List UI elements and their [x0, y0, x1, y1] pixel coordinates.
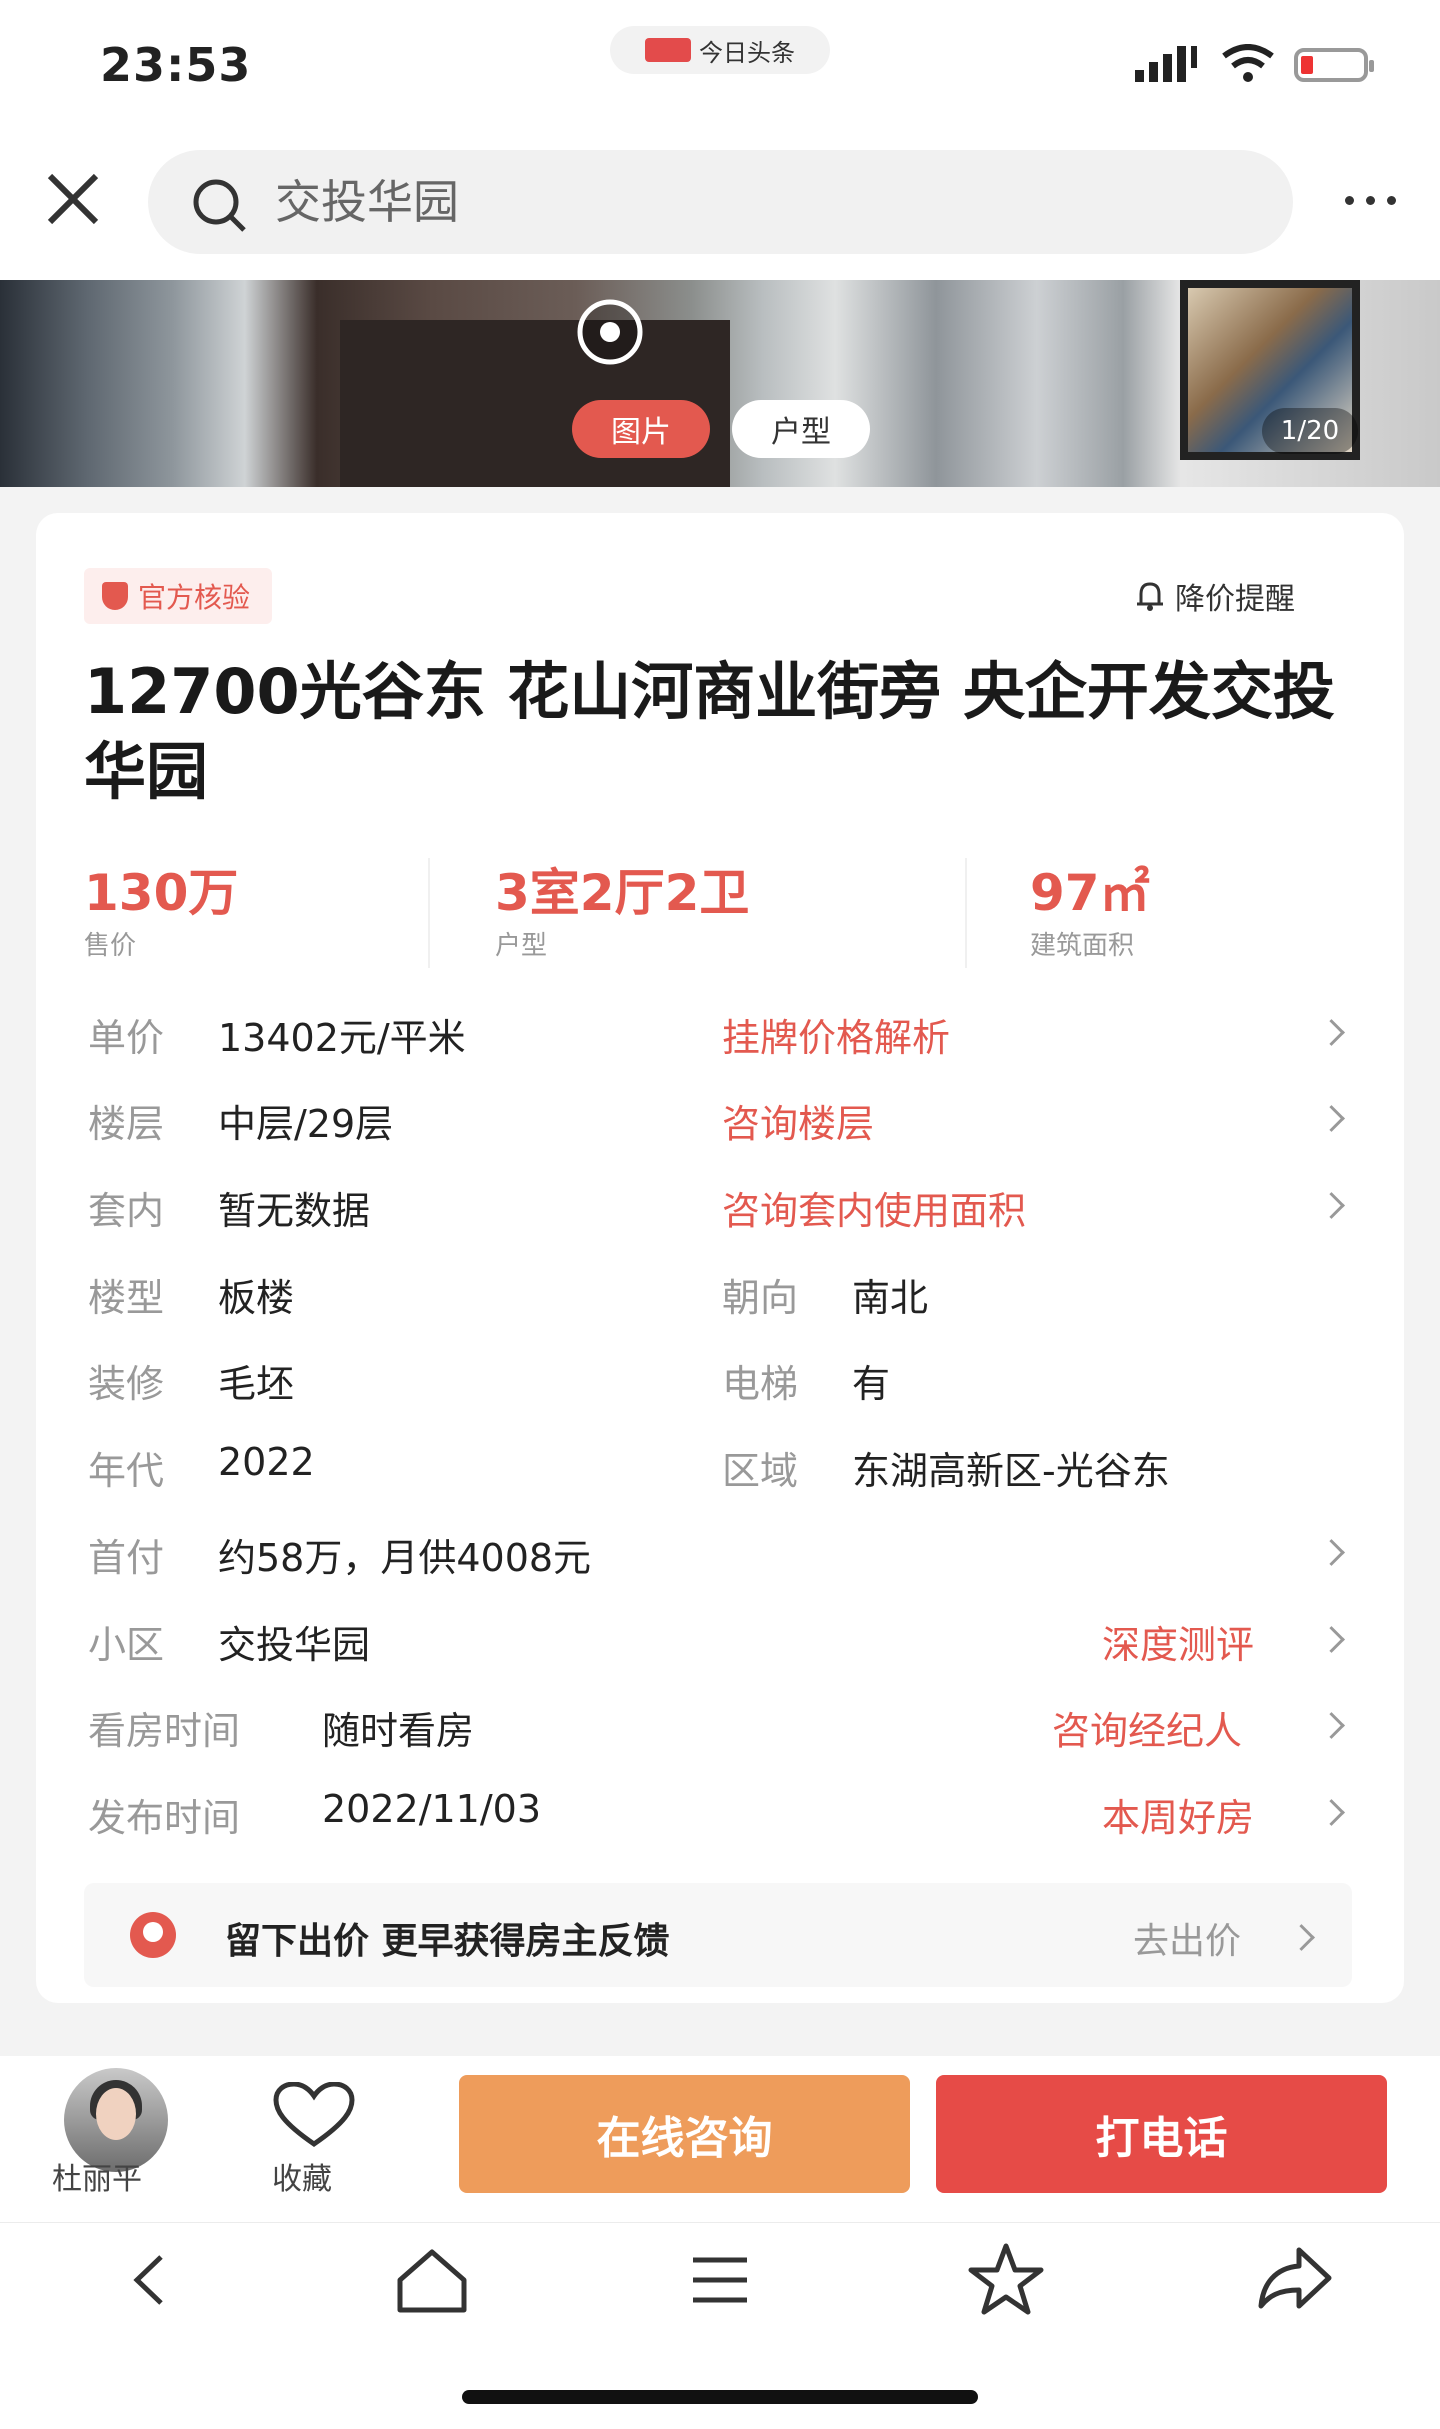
app-logo-icon — [645, 38, 691, 62]
search-query: 交投华园 — [275, 175, 459, 229]
shield-icon — [102, 582, 128, 610]
battery-icon — [1294, 48, 1374, 82]
close-icon[interactable] — [38, 164, 108, 234]
deep-review-link[interactable]: 深度测评 — [1102, 1614, 1254, 1669]
viewing-time-label: 看房时间 — [88, 1709, 241, 1753]
share-icon[interactable] — [1255, 2240, 1335, 2320]
inner-area-value: 暂无数据 — [218, 1189, 371, 1233]
decoration-value: 毛坯 — [218, 1362, 295, 1406]
orientation-label: 朝向 — [722, 1276, 799, 1320]
elevator-value: 有 — [852, 1362, 891, 1406]
source-app-label: 今日头条 — [699, 38, 795, 67]
bell-icon — [1137, 582, 1163, 611]
search-icon — [193, 179, 246, 232]
year-label: 年代 — [88, 1449, 165, 1493]
tab-photos[interactable]: 图片 — [572, 400, 710, 458]
stat-price-value: 130万 — [84, 864, 239, 922]
floor-value: 中层/29层 — [218, 1102, 394, 1146]
stat-price-label: 售价 — [84, 931, 137, 961]
unit-price-label: 单价 — [88, 1016, 165, 1060]
weekly-picks-link[interactable]: 本周好房 — [1102, 1787, 1254, 1842]
favorite-label[interactable]: 收藏 — [272, 2154, 332, 2198]
district-label: 区域 — [722, 1449, 799, 1493]
stat-layout: 3室2厅2卫 户型 — [495, 853, 749, 962]
status-time: 23:53 — [100, 38, 252, 92]
building-type-label: 楼型 — [88, 1276, 165, 1320]
ask-agent-link[interactable]: 咨询经纪人 — [1052, 1700, 1242, 1755]
home-icon[interactable] — [392, 2240, 472, 2320]
community-label: 小区 — [88, 1623, 165, 1667]
listing-title: 12700光谷东 花山河商业街旁 央企开发交投华园 — [84, 655, 1335, 808]
unit-price-value: 13402元/平米 — [218, 1016, 466, 1060]
online-consult-button[interactable]: 在线咨询 — [459, 2075, 910, 2193]
agent-name[interactable]: 杜丽平 — [52, 2154, 142, 2198]
stat-area-label: 建筑面积 — [1030, 931, 1135, 961]
price-alert-label: 降价提醒 — [1175, 582, 1295, 617]
year-value: 2022 — [218, 1440, 315, 1484]
ask-inner-area-link[interactable]: 咨询套内使用面积 — [722, 1180, 1026, 1235]
signal-icon — [1135, 46, 1197, 82]
stat-layout-label: 户型 — [495, 931, 548, 961]
publish-time-value: 2022/11/03 — [322, 1787, 542, 1831]
publish-time-label: 发布时间 — [88, 1796, 241, 1840]
decoration-label: 装修 — [88, 1362, 165, 1406]
offer-text: 留下出价 更早获得房主反馈 — [225, 1921, 670, 1962]
floor-label: 楼层 — [88, 1102, 165, 1146]
offer-icon — [130, 1912, 176, 1958]
photo-counter: 1/20 — [1262, 408, 1358, 454]
wifi-icon — [1222, 44, 1274, 82]
district-value: 东湖高新区-光谷东 — [852, 1449, 1170, 1493]
stat-price: 130万 售价 — [84, 853, 238, 962]
call-button[interactable]: 打电话 — [936, 2075, 1387, 2193]
elevator-label: 电梯 — [722, 1362, 799, 1406]
more-icon[interactable] — [1325, 175, 1415, 225]
inner-area-label: 套内 — [88, 1189, 165, 1233]
back-icon[interactable] — [115, 2245, 185, 2315]
verified-label: 官方核验 — [138, 581, 251, 614]
heart-icon[interactable] — [272, 2082, 356, 2148]
source-app-pill[interactable]: 今日头条 — [610, 26, 830, 74]
stat-divider — [428, 858, 430, 968]
orientation-value: 南北 — [852, 1276, 929, 1320]
photo-gallery[interactable] — [0, 280, 1440, 487]
make-offer-link[interactable]: 去出价 — [1133, 1912, 1241, 1964]
down-payment-value[interactable]: 约58万，月供4008元 — [218, 1527, 591, 1582]
ask-floor-link[interactable]: 咨询楼层 — [722, 1093, 874, 1148]
community-value[interactable]: 交投华园 — [218, 1614, 370, 1669]
building-type-value: 板楼 — [218, 1276, 295, 1320]
price-alert-button[interactable]: 降价提醒 — [1135, 574, 1295, 618]
stat-layout-value: 3室2厅2卫 — [495, 864, 750, 922]
down-payment-label: 首付 — [88, 1536, 165, 1580]
verified-badge: 官方核验 — [84, 568, 273, 624]
menu-icon[interactable] — [685, 2245, 755, 2315]
stat-area: 97㎡ 建筑面积 — [1030, 853, 1150, 962]
home-indicator — [462, 2390, 978, 2404]
viewing-time-value: 随时看房 — [322, 1709, 475, 1753]
stat-area-value: 97㎡ — [1030, 864, 1150, 922]
star-icon[interactable] — [966, 2240, 1046, 2320]
stat-divider — [965, 858, 967, 968]
price-analysis-link[interactable]: 挂牌价格解析 — [722, 1007, 950, 1062]
play-360-icon[interactable] — [570, 292, 650, 372]
tab-floorplan[interactable]: 户型 — [732, 400, 870, 458]
